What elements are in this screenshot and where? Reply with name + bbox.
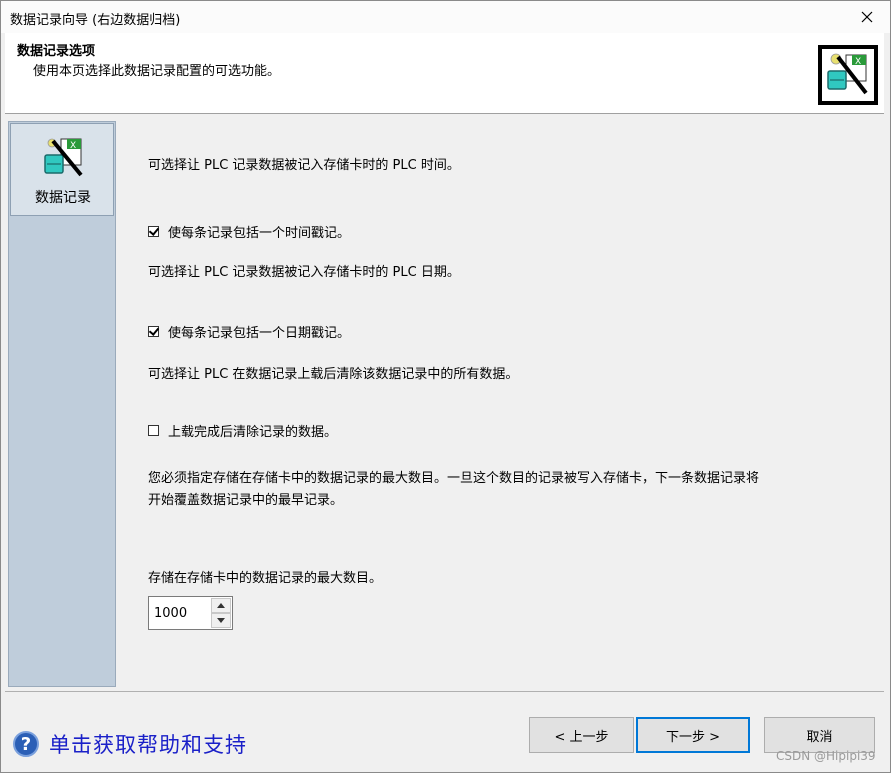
chevron-up-icon bbox=[217, 603, 225, 608]
watermark: CSDN @Hipipi39 bbox=[776, 749, 876, 763]
data-log-icon: X bbox=[43, 137, 85, 185]
max-records-description-line2: 开始覆盖数据记录中的最早记录。 bbox=[148, 493, 344, 508]
footer-divider bbox=[5, 691, 884, 692]
increment-button[interactable] bbox=[211, 598, 231, 613]
time-description: 可选择让 PLC 记录数据被记入存储卡时的 PLC 时间。 bbox=[148, 158, 460, 173]
options-panel: 可选择让 PLC 记录数据被记入存储卡时的 PLC 时间。 使每条记录包括一个时… bbox=[116, 121, 886, 687]
wizard-header: 数据记录选项 使用本页选择此数据记录配置的可选功能。 X bbox=[5, 33, 884, 114]
date-stamp-checkbox[interactable] bbox=[148, 326, 159, 337]
time-stamp-label: 使每条记录包括一个时间戳记。 bbox=[168, 226, 351, 241]
help-link-label: 单击获取帮助和支持 bbox=[49, 733, 247, 757]
chevron-down-icon bbox=[217, 618, 225, 623]
clear-description: 可选择让 PLC 在数据记录上载后清除该数据记录中的所有数据。 bbox=[148, 367, 519, 382]
decrement-button[interactable] bbox=[211, 613, 231, 628]
time-stamp-checkbox[interactable] bbox=[148, 226, 159, 237]
max-records-description-line1: 您必须指定存储在存储卡中的数据记录的最大数目。一旦这个数目的记录被写入存储卡，下… bbox=[148, 471, 760, 486]
close-button[interactable] bbox=[844, 1, 890, 33]
date-stamp-label: 使每条记录包括一个日期戳记。 bbox=[168, 326, 351, 341]
header-subtitle: 使用本页选择此数据记录配置的可选功能。 bbox=[33, 64, 281, 79]
max-records-stepper[interactable] bbox=[148, 596, 233, 630]
clear-after-upload-option[interactable]: 上载完成后清除记录的数据。 bbox=[148, 421, 337, 440]
sidebar-item-data-log[interactable]: X 数据记录 bbox=[10, 123, 114, 216]
time-stamp-option[interactable]: 使每条记录包括一个时间戳记。 bbox=[148, 222, 350, 241]
svg-text:X: X bbox=[70, 141, 76, 151]
close-icon bbox=[861, 11, 873, 23]
data-log-icon: X bbox=[818, 45, 878, 105]
clear-after-upload-checkbox[interactable] bbox=[148, 425, 159, 436]
cancel-button[interactable]: 取消 bbox=[764, 717, 875, 753]
max-records-label: 存储在存储卡中的数据记录的最大数目。 bbox=[148, 571, 383, 586]
sidebar-item-label: 数据记录 bbox=[35, 190, 91, 206]
date-description: 可选择让 PLC 记录数据被记入存储卡时的 PLC 日期。 bbox=[148, 265, 460, 280]
previous-button[interactable]: < 上一步 bbox=[529, 717, 634, 753]
next-button[interactable]: 下一步 > bbox=[636, 717, 750, 753]
title-bar[interactable]: 数据记录向导 (右边数据归档) bbox=[1, 1, 890, 33]
svg-text:X: X bbox=[855, 57, 861, 67]
max-records-input[interactable] bbox=[152, 600, 211, 626]
date-stamp-option[interactable]: 使每条记录包括一个日期戳记。 bbox=[148, 322, 350, 341]
wizard-sidebar: X 数据记录 bbox=[8, 121, 116, 687]
help-link[interactable]: ? 单击获取帮助和支持 bbox=[13, 729, 247, 759]
header-title: 数据记录选项 bbox=[17, 44, 96, 59]
clear-after-upload-label: 上载完成后清除记录的数据。 bbox=[168, 425, 338, 440]
wizard-window: 数据记录向导 (右边数据归档) 数据记录选项 使用本页选择此数据记录配置的可选功… bbox=[0, 0, 891, 773]
window-title: 数据记录向导 (右边数据归档) bbox=[10, 13, 181, 28]
help-icon: ? bbox=[13, 731, 39, 757]
